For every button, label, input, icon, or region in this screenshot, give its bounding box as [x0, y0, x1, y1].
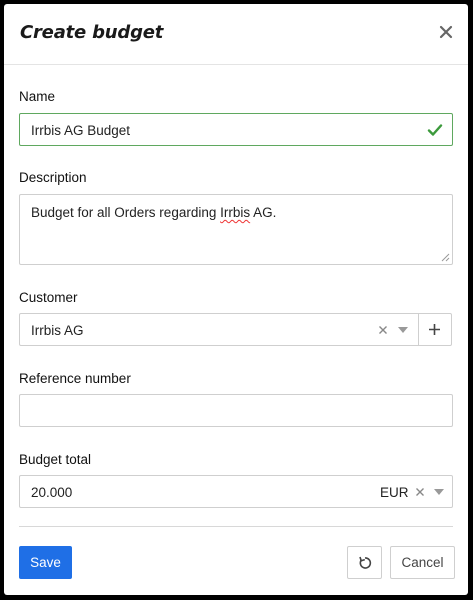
clear-x-icon[interactable]	[413, 476, 427, 507]
budget-amount-value[interactable]: 20.000	[31, 485, 72, 500]
close-icon[interactable]	[438, 24, 454, 40]
name-field[interactable]: Irrbis AG Budget	[19, 113, 453, 146]
reference-number-label: Reference number	[19, 371, 131, 386]
chevron-down-icon[interactable]	[395, 314, 411, 345]
resize-handle-icon[interactable]	[441, 253, 450, 262]
clear-x-icon[interactable]	[375, 314, 391, 345]
currency-select[interactable]: EUR	[371, 475, 453, 508]
reset-icon	[358, 556, 371, 569]
customer-label: Customer	[19, 290, 78, 305]
create-budget-dialog: Create budget Name Irrbis AG Budget Desc…	[4, 4, 468, 595]
checkmark-icon	[427, 124, 443, 136]
description-value[interactable]: Budget for all Orders regarding Irrbis A…	[31, 205, 276, 220]
footer-divider	[19, 526, 453, 527]
reset-button[interactable]	[347, 546, 382, 579]
description-label: Description	[19, 170, 87, 185]
budget-amount-field[interactable]: 20.000	[19, 475, 372, 508]
currency-value: EUR	[380, 485, 409, 500]
chevron-down-icon[interactable]	[431, 476, 447, 507]
plus-icon	[429, 324, 440, 335]
reference-number-field[interactable]	[19, 394, 453, 427]
budget-total-label: Budget total	[19, 452, 92, 467]
name-label: Name	[19, 89, 56, 104]
customer-selected-value: Irrbis AG	[31, 323, 84, 338]
description-field[interactable]: Budget for all Orders regarding Irrbis A…	[19, 194, 453, 265]
cancel-button[interactable]: Cancel	[390, 546, 455, 579]
dialog-header: Create budget	[4, 4, 468, 65]
customer-select[interactable]: Irrbis AG	[19, 313, 419, 346]
dialog-title: Create budget	[20, 22, 164, 43]
name-value[interactable]: Irrbis AG Budget	[31, 123, 130, 138]
add-customer-button[interactable]	[418, 313, 452, 346]
misspelled-word: Irrbis	[220, 205, 251, 220]
save-button[interactable]: Save	[19, 546, 72, 579]
